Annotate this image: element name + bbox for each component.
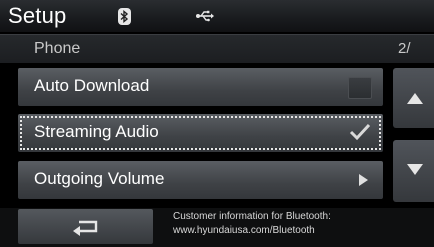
arrow-up-icon — [407, 93, 423, 104]
list-item-auto-download[interactable]: Auto Download — [18, 68, 383, 106]
category-bar: Phone 2/ — [0, 34, 434, 63]
page-indicator: 2/ — [398, 40, 411, 57]
list-item-outgoing-volume[interactable]: Outgoing Volume — [18, 161, 383, 199]
back-arrow-icon — [73, 220, 98, 236]
category-label: Phone — [34, 40, 81, 57]
info-line-1: Customer information for Bluetooth: — [173, 211, 331, 222]
list-item-label: Outgoing Volume — [34, 169, 165, 188]
page-title: Setup — [8, 3, 67, 28]
chevron-right-icon — [359, 174, 368, 186]
info-line-2: www.hyundaiusa.com/Bluetooth — [173, 225, 315, 236]
scroll-up-button[interactable] — [393, 68, 434, 128]
usb-icon — [196, 10, 214, 22]
arrow-down-icon — [407, 164, 423, 175]
list-item-label: Streaming Audio — [34, 122, 159, 141]
back-button[interactable] — [18, 209, 153, 244]
bluetooth-icon — [118, 8, 131, 25]
bluetooth-info-text: Customer information for Bluetooth: www.… — [173, 210, 331, 238]
checkmark-icon[interactable] — [349, 123, 371, 141]
list-item-label: Auto Download — [34, 76, 150, 95]
auto-download-checkbox[interactable] — [348, 77, 372, 99]
scroll-down-button[interactable] — [393, 140, 434, 202]
list-item-streaming-audio[interactable]: Streaming Audio — [18, 114, 383, 152]
header-bar: Setup — [0, 0, 434, 32]
